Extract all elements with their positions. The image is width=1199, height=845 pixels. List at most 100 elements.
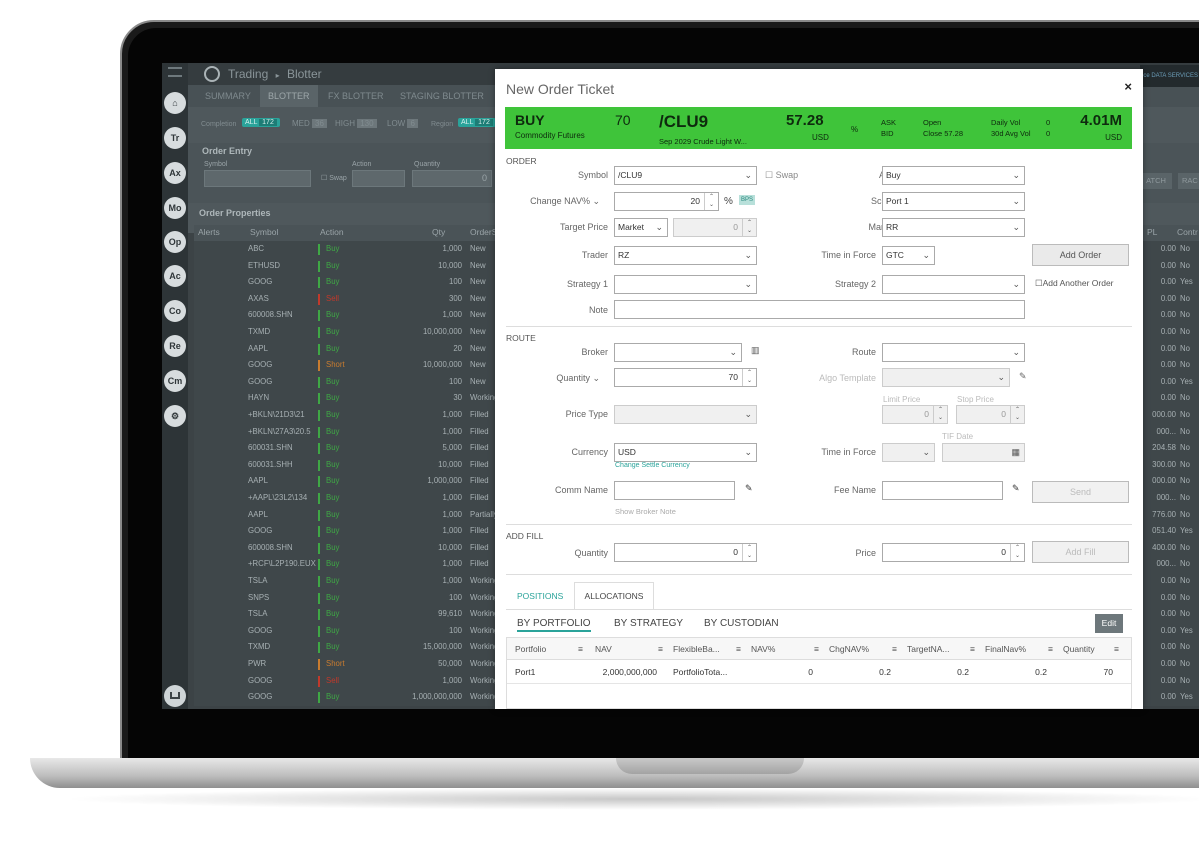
- oe-symbol-input[interactable]: [204, 170, 311, 187]
- subtab-by-custodian[interactable]: BY CUSTODIAN: [704, 618, 779, 629]
- stop-price-input[interactable]: 0 ⌃ ⌄: [956, 405, 1025, 424]
- time-in-force-select[interactable]: GTC ⌄: [882, 246, 935, 265]
- match-button[interactable]: ATCH: [1140, 173, 1172, 189]
- breadcrumb[interactable]: Blotter: [287, 67, 322, 81]
- scheme-select[interactable]: Port 1 ⌄: [882, 192, 1025, 211]
- tab-positions[interactable]: POSITIONS: [517, 591, 563, 601]
- tab-staging-blotter[interactable]: STAGING BLOTTER: [400, 85, 484, 107]
- price-type-select[interactable]: ⌄: [614, 405, 757, 424]
- col-symbol[interactable]: Symbol: [250, 227, 278, 237]
- cart-icon[interactable]: [164, 685, 186, 707]
- filter-low[interactable]: LOW 6: [387, 119, 418, 128]
- fill-price-input[interactable]: 0 ⌃ ⌄: [882, 543, 1025, 562]
- target-price-input[interactable]: 0 ⌃ ⌄: [673, 218, 757, 237]
- filter-med[interactable]: MED 36: [292, 119, 327, 128]
- col-finalnav-[interactable]: FinalNav% ≡: [985, 638, 1059, 660]
- home-icon[interactable]: ⌂: [164, 92, 186, 114]
- tab-summary[interactable]: SUMMARY: [205, 85, 251, 107]
- show-broker-note-link[interactable]: Show Broker Note: [615, 507, 676, 516]
- col-flexibleba-[interactable]: FlexibleBa... ≡: [673, 638, 747, 660]
- column-menu-icon[interactable]: ≡: [892, 638, 897, 660]
- col-nav[interactable]: NAV ≡: [595, 638, 669, 660]
- nav-item-re[interactable]: Re: [164, 335, 186, 357]
- nav-item-ac[interactable]: Ac: [164, 265, 186, 287]
- change-nav-label[interactable]: Change NAV% ⌄: [515, 196, 600, 207]
- subtab-by-strategy[interactable]: BY STRATEGY: [614, 618, 683, 629]
- column-menu-icon[interactable]: ≡: [814, 638, 819, 660]
- column-menu-icon[interactable]: ≡: [970, 638, 975, 660]
- algo-template-select[interactable]: ⌄: [882, 368, 1010, 387]
- close-icon[interactable]: ×: [1124, 79, 1132, 94]
- add-order-button[interactable]: Add Order: [1032, 244, 1129, 266]
- column-menu-icon[interactable]: ≡: [1114, 638, 1119, 660]
- column-menu-icon[interactable]: ≡: [736, 638, 741, 660]
- symbol-input[interactable]: /CLU9 ⌄: [614, 166, 757, 185]
- column-menu-icon[interactable]: ≡: [658, 638, 663, 660]
- route-select[interactable]: ⌄: [882, 343, 1025, 362]
- fee-name-input[interactable]: [882, 481, 1003, 500]
- calendar-icon[interactable]: ▦: [1011, 444, 1020, 461]
- col-quantity[interactable]: Quantity ≡: [1063, 638, 1125, 660]
- subtab-by-portfolio[interactable]: BY PORTFOLIO: [517, 618, 591, 632]
- change-nav-input[interactable]: 20 ⌃ ⌄: [614, 192, 719, 211]
- filter-all[interactable]: ALL 172: [242, 118, 280, 127]
- manager-select[interactable]: RR ⌄: [882, 218, 1025, 237]
- strategy-1-select[interactable]: ⌄: [614, 275, 757, 294]
- fill-quantity-input[interactable]: 0 ⌃ ⌄: [614, 543, 757, 562]
- route-tif-select[interactable]: ⌄: [882, 443, 935, 462]
- col-chgnav-[interactable]: ChgNAV% ≡: [829, 638, 903, 660]
- route-quantity-label[interactable]: Quantity ⌄: [525, 373, 600, 384]
- edit-button[interactable]: Edit: [1095, 614, 1123, 633]
- col-nav-[interactable]: NAV% ≡: [751, 638, 825, 660]
- stepper-icon[interactable]: ⌃ ⌄: [704, 193, 718, 210]
- fee-edit-icon[interactable]: ✎: [1012, 483, 1020, 494]
- column-menu-icon[interactable]: ≡: [578, 638, 583, 660]
- col-targetna-[interactable]: TargetNA... ≡: [907, 638, 981, 660]
- col-contr[interactable]: Contr: [1177, 227, 1198, 237]
- trader-select[interactable]: RZ ⌄: [614, 246, 757, 265]
- change-settle-currency-link[interactable]: Change Settle Currency: [615, 462, 690, 469]
- target-type-select[interactable]: Market ⌄: [614, 218, 668, 237]
- tab-fx-blotter[interactable]: FX BLOTTER: [328, 85, 384, 107]
- nav-item-op[interactable]: Op: [164, 231, 186, 253]
- currency-select[interactable]: USD ⌄: [614, 443, 757, 462]
- swap-checkbox[interactable]: ☐ Swap: [765, 170, 798, 181]
- oe-swap[interactable]: ☐ Swap: [321, 174, 347, 182]
- note-input[interactable]: [614, 300, 1025, 319]
- chart-icon[interactable]: ▥: [751, 345, 760, 356]
- bps-toggle[interactable]: BPS: [739, 195, 756, 205]
- tab-allocations[interactable]: ALLOCATIONS: [574, 582, 654, 610]
- stepper-icon[interactable]: ⌃ ⌄: [1010, 406, 1024, 423]
- col-alerts[interactable]: Alerts: [198, 227, 220, 237]
- nav-item-tr[interactable]: Tr: [164, 127, 186, 149]
- edit-pencil-icon[interactable]: ✎: [1019, 371, 1027, 382]
- comm-name-input[interactable]: [614, 481, 735, 500]
- stepper-icon[interactable]: ⌃ ⌄: [742, 219, 756, 236]
- filter-high[interactable]: HIGH 130: [335, 119, 377, 128]
- stepper-icon[interactable]: ⌃ ⌄: [742, 544, 756, 561]
- menu-icon[interactable]: [168, 67, 182, 77]
- nav-item-ax[interactable]: Ax: [164, 162, 186, 184]
- region-filter-all[interactable]: ALL 172: [458, 118, 496, 127]
- oe-quantity-input[interactable]: 0: [412, 170, 492, 187]
- stepper-icon[interactable]: ⌃ ⌄: [742, 369, 756, 386]
- strategy-2-select[interactable]: ⌄: [882, 275, 1025, 294]
- comm-edit-icon[interactable]: ✎: [745, 483, 753, 494]
- stepper-icon[interactable]: ⌃ ⌄: [1010, 544, 1024, 561]
- tab-blotter[interactable]: BLOTTER: [260, 85, 318, 107]
- add-another-order-checkbox[interactable]: ☐Add Another Order: [1035, 278, 1114, 289]
- oe-action-select[interactable]: [352, 170, 405, 187]
- broker-select[interactable]: ⌄: [614, 343, 742, 362]
- stepper-icon[interactable]: ⌃ ⌄: [933, 406, 947, 423]
- column-menu-icon[interactable]: ≡: [1048, 638, 1053, 660]
- tif-date-input[interactable]: ▦: [942, 443, 1025, 462]
- add-fill-button[interactable]: Add Fill: [1032, 541, 1129, 563]
- col-qty[interactable]: Qty: [432, 227, 445, 237]
- settings-icon[interactable]: ⚙: [164, 405, 186, 427]
- nav-item-mo[interactable]: Mo: [164, 197, 186, 219]
- nav-item-cm[interactable]: Cm: [164, 370, 186, 392]
- col-portfolio[interactable]: Portfolio ≡: [515, 638, 589, 660]
- send-button[interactable]: Send: [1032, 481, 1129, 503]
- col-pl[interactable]: PL: [1147, 227, 1157, 237]
- nav-item-co[interactable]: Co: [164, 300, 186, 322]
